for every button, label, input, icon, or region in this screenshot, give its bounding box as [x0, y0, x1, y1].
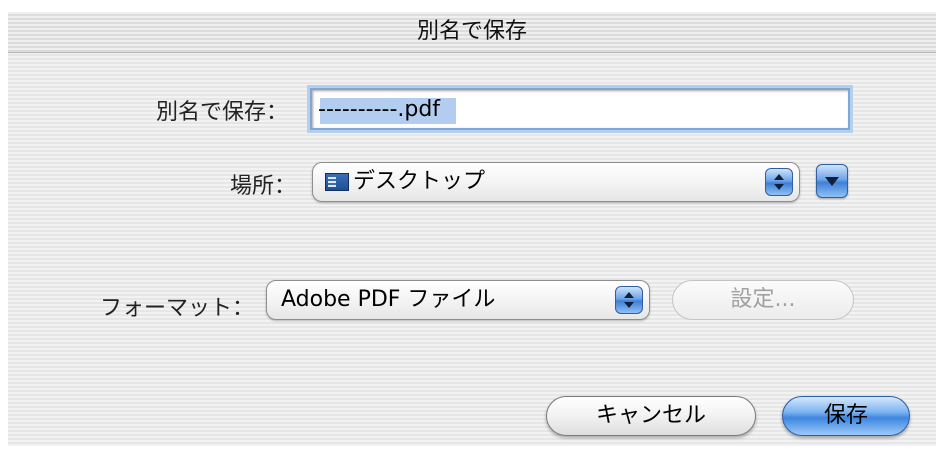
- location-selected: デスクトップ: [353, 169, 486, 194]
- format-popup[interactable]: Adobe PDF ファイル: [266, 280, 650, 320]
- save-as-dialog: 別名で保存 別名で保存： 場所： デスクトップ フォーマット： Adobe PD…: [8, 12, 936, 446]
- save-as-label: 別名で保存：: [155, 100, 288, 125]
- cancel-button[interactable]: キャンセル: [546, 396, 756, 436]
- title-bar: 別名で保存: [8, 12, 936, 53]
- expand-browser-button[interactable]: [816, 164, 848, 198]
- format-label: フォーマット：: [99, 296, 254, 321]
- filename-field-container[interactable]: [310, 88, 850, 130]
- location-popup[interactable]: デスクトップ: [312, 162, 800, 202]
- save-button[interactable]: 保存: [782, 396, 910, 436]
- popup-arrows-icon: [615, 286, 643, 314]
- settings-button[interactable]: 設定...: [672, 280, 854, 320]
- popup-arrows-icon: [765, 168, 793, 196]
- desktop-folder-icon: [325, 173, 349, 191]
- format-selected: Adobe PDF ファイル: [281, 287, 496, 312]
- location-label: 場所：: [229, 174, 296, 199]
- filename-input[interactable]: [312, 90, 848, 128]
- chevron-down-icon: [825, 177, 839, 186]
- window-title: 別名で保存: [416, 19, 527, 44]
